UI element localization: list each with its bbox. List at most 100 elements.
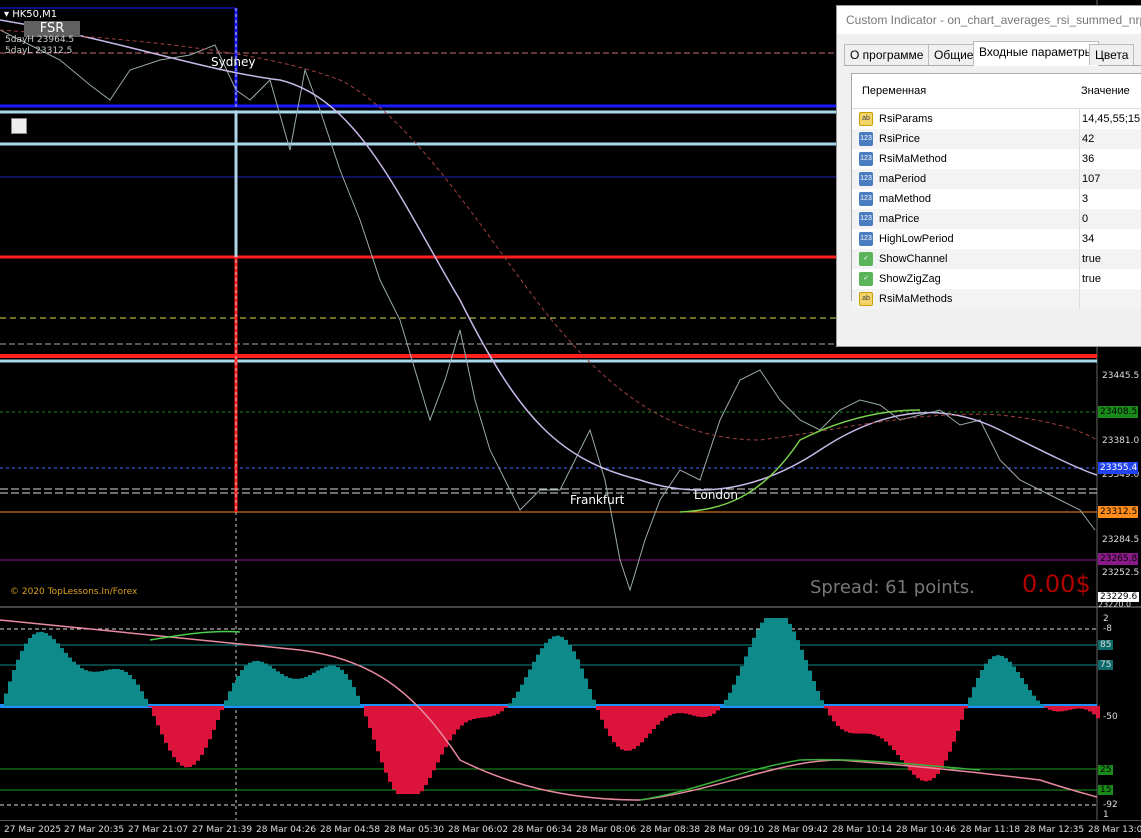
oscillator-bar [904, 706, 908, 765]
oscillator-bar [280, 674, 284, 706]
oscillator-bar [940, 706, 944, 768]
parameter-value[interactable]: 42 [1079, 129, 1094, 149]
oscillator-bar [236, 676, 240, 706]
tab-about[interactable]: О программе [844, 44, 929, 65]
oscillator-bar [684, 706, 688, 714]
oscillator-bar [292, 679, 296, 706]
oscillator-bar [936, 706, 940, 774]
column-header-value: Значение [1081, 74, 1130, 108]
parameter-row[interactable]: 123maPeriod107 [852, 169, 1141, 189]
parameter-value[interactable]: 14,45,55;15,4 [1079, 109, 1141, 129]
oscillator-bar [864, 706, 868, 734]
parameter-row[interactable]: abRsiParams14,45,55;15,4 [852, 109, 1141, 129]
oscillator-bar [180, 706, 184, 766]
parameter-row[interactable]: ✓ShowChanneltrue [852, 249, 1141, 269]
parameter-value[interactable]: true [1079, 269, 1101, 289]
oscillator-bar [192, 706, 196, 765]
oscillator-bar [248, 663, 252, 706]
parameter-value[interactable]: 107 [1079, 169, 1100, 189]
parameter-row[interactable]: ✓ShowZigZagtrue [852, 269, 1141, 289]
oscillator-bar [8, 681, 12, 706]
oscillator-bar [88, 671, 92, 706]
oscillator-bar [388, 706, 392, 782]
oscillator-bar [104, 670, 108, 706]
parameter-value[interactable] [1079, 289, 1082, 309]
parameter-row[interactable]: 123RsiPrice42 [852, 129, 1141, 149]
oscillator-bar [316, 670, 320, 706]
oscillator-bar [496, 706, 500, 714]
oscillator-bar [396, 706, 400, 794]
tab-input-parameters[interactable]: Входные параметры [973, 41, 1099, 66]
oscillator-bar [520, 685, 524, 706]
custom-indicator-dialog[interactable]: Custom Indicator - on_chart_averages_rsi… [836, 5, 1141, 347]
tab-colors[interactable]: Цвета [1089, 44, 1134, 65]
oscillator-bar [1072, 706, 1076, 709]
oscillator-bar [932, 706, 936, 778]
oscillator-bar [744, 656, 748, 706]
oscillator-bar [124, 672, 128, 706]
oscillator-bar [1076, 706, 1080, 709]
parameter-row[interactable]: abRsiMaMethods [852, 289, 1141, 309]
parameter-value[interactable]: 3 [1079, 189, 1088, 209]
oscillator-bar [412, 706, 416, 794]
oscillator-bar [1000, 656, 1004, 706]
oscillator-bar [32, 634, 36, 706]
oscillator-bar [300, 678, 304, 706]
oscillator-bar [140, 691, 144, 706]
oscillator-bar [284, 676, 288, 706]
parameter-value[interactable]: 34 [1079, 229, 1094, 249]
oscillator-bar [636, 706, 640, 746]
parameter-row[interactable]: 123HighLowPeriod34 [852, 229, 1141, 249]
oscillator-bar [364, 706, 368, 716]
parameter-row[interactable]: 123maMethod3 [852, 189, 1141, 209]
oscillator-bar [640, 706, 644, 742]
oscillator-bar [528, 669, 532, 706]
oscillator-bar [944, 706, 948, 761]
chart-checkbox[interactable] [11, 118, 27, 134]
oscillator-bar [648, 706, 652, 734]
oscillator-bar [952, 706, 956, 742]
oscillator-bar [632, 706, 636, 749]
oscillator-bar [176, 706, 180, 762]
oscillator-bar [564, 640, 568, 706]
oscillator-bar [628, 706, 632, 751]
oscillator-bar [204, 706, 208, 748]
parameter-value[interactable]: true [1079, 249, 1101, 269]
oscillator-bar [208, 706, 212, 739]
oscillator-bar [336, 667, 340, 706]
parameters-table[interactable]: Переменная Значение abRsiParams14,45,55;… [851, 73, 1141, 301]
oscillator-bar [1068, 706, 1072, 710]
oscillator-bar [348, 680, 352, 706]
oscillator-bar [320, 668, 324, 706]
time-axis[interactable]: 27 Mar 2025 27 Mar 20:35 27 Mar 21:07 27… [0, 820, 1141, 838]
parameter-row[interactable]: 123maPrice0 [852, 209, 1141, 229]
oscillator-bar [112, 669, 116, 706]
oscillator-bar [592, 700, 596, 706]
oscillator-bar [344, 674, 348, 706]
oscillator-bar [108, 669, 112, 706]
oscillator-bar [980, 670, 984, 706]
oscillator-bar [668, 706, 672, 715]
oscillator-bar [156, 706, 160, 725]
oscillator-bar [680, 706, 684, 713]
oscillator-bar [976, 678, 980, 706]
parameter-value[interactable]: 36 [1079, 149, 1094, 169]
oscillator-bar [776, 618, 780, 706]
oscillator-bar [524, 677, 528, 706]
oscillator-bar [1052, 706, 1056, 711]
osc-level-tag: 85 [1098, 640, 1113, 650]
column-header-variable: Переменная [862, 74, 926, 108]
oscillator-bar [76, 665, 80, 706]
dialog-tabs: О программе Общие Входные параметры Цвет… [844, 41, 1141, 66]
oscillator-bar [544, 643, 548, 706]
oscillator-bar [704, 706, 708, 717]
tab-common[interactable]: Общие [928, 44, 979, 65]
osc-axis-label: -92 [1103, 800, 1118, 810]
oscillator-bar [788, 624, 792, 706]
oscillator-bar [44, 633, 48, 706]
parameter-value[interactable]: 0 [1079, 209, 1088, 229]
oscillator-bar [1060, 706, 1064, 711]
oscillator-bar [472, 706, 476, 719]
parameter-row[interactable]: 123RsiMaMethod36 [852, 149, 1141, 169]
integer-type-icon: 123 [859, 172, 873, 186]
